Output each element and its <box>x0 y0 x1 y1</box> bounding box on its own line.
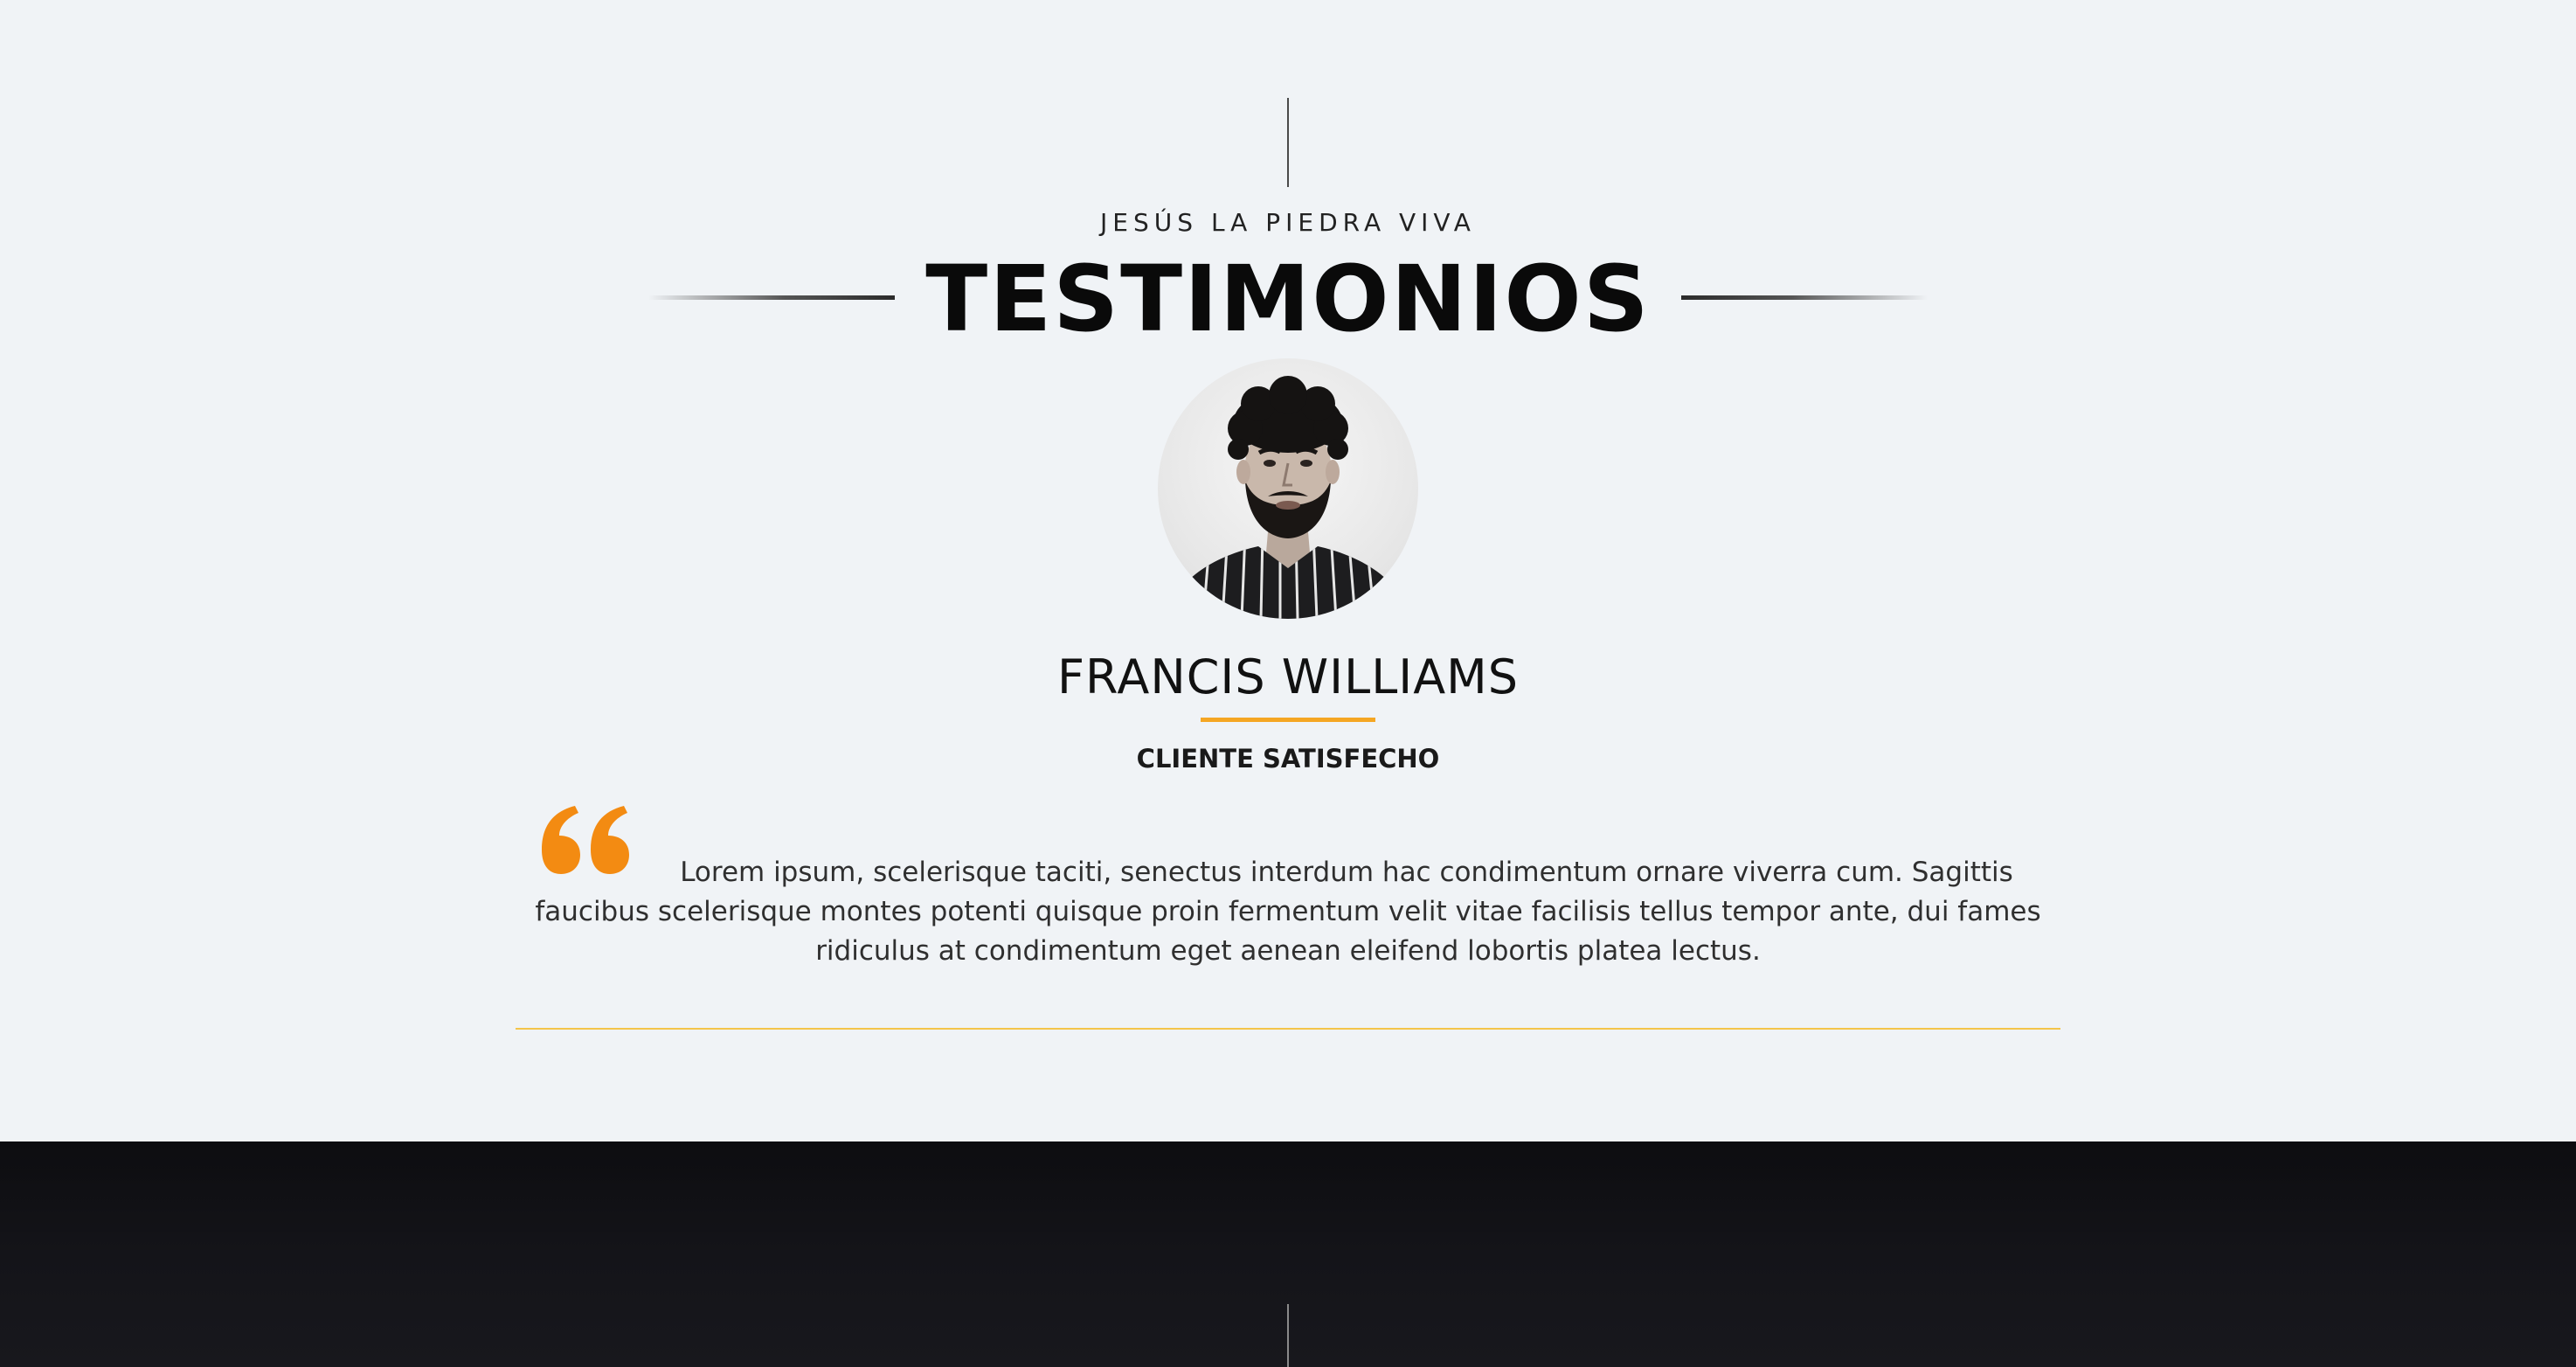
dark-section-vertical-divider <box>1287 1304 1289 1367</box>
testimonial-author-role: CLIENTE SATISFECHO <box>1136 744 1440 774</box>
page: JESÚS LA PIEDRA VIVA TESTIMONIOS FRANCIS… <box>0 0 2576 1367</box>
top-vertical-divider <box>1287 98 1289 187</box>
author-name-underline <box>1201 718 1375 722</box>
testimonial-author-name: FRANCIS WILLIAMS <box>1056 649 1520 704</box>
testimonial-bottom-divider <box>516 1028 2060 1030</box>
testimonial-quote-paragraph: Lorem ipsum, scelerisque taciti, senectu… <box>524 853 2052 971</box>
dark-footer-section <box>0 1141 2576 1367</box>
section-title-row: TESTIMONIOS <box>0 245 2576 353</box>
person-portrait-icon <box>1158 358 1418 619</box>
section-title: TESTIMONIOS <box>925 246 1651 352</box>
testimonials-section: JESÚS LA PIEDRA VIVA TESTIMONIOS FRANCIS… <box>0 0 2576 1141</box>
testimonial-quote-text: Lorem ipsum, scelerisque taciti, senectu… <box>535 857 2041 967</box>
testimonial-quote-block: Lorem ipsum, scelerisque taciti, senectu… <box>524 804 2052 979</box>
section-eyebrow: JESÚS LA PIEDRA VIVA <box>1100 208 1476 237</box>
avatar-illustration <box>1167 376 1409 619</box>
